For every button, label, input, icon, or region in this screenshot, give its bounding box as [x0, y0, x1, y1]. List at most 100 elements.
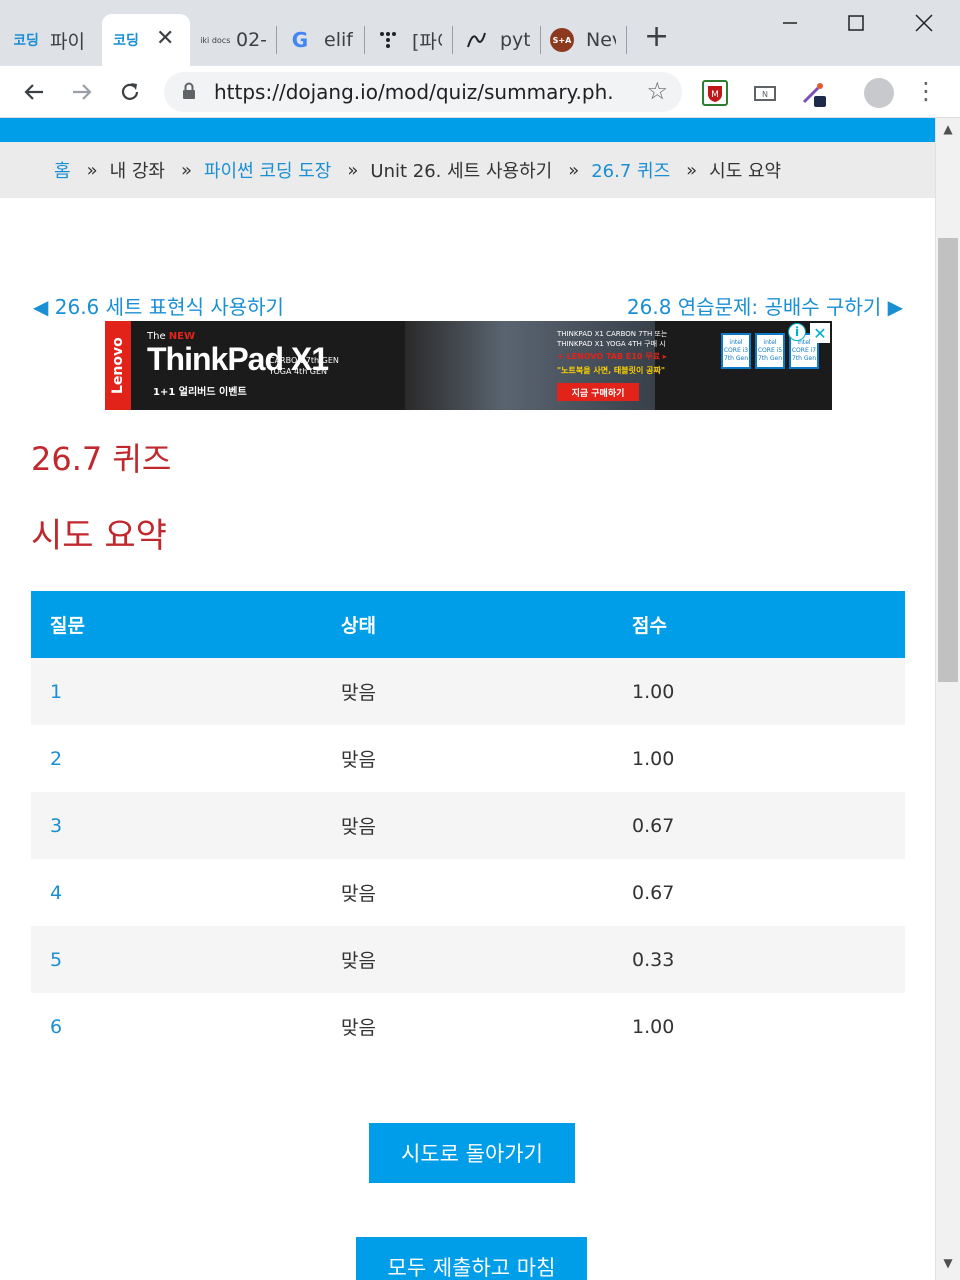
breadcrumb-my-courses: 내 강좌 [109, 161, 165, 182]
forward-icon[interactable] [66, 76, 98, 108]
breadcrumb-current: 시도 요약 [709, 161, 782, 182]
breadcrumb-quiz[interactable]: 26.7 퀴즈 [591, 157, 670, 183]
sa-favicon-icon: S+A [550, 28, 574, 52]
address-bar[interactable]: https://dojang.io/mod/quiz/summary.ph...… [164, 72, 682, 112]
profile-avatar-icon[interactable] [864, 78, 894, 108]
lenovo-logo: Lenovo [105, 321, 131, 410]
tab-title: 02- [236, 29, 266, 51]
browser-toolbar: https://dojang.io/mod/quiz/summary.ph...… [0, 66, 960, 118]
table-row: 2 맞음 1.00 [31, 725, 905, 792]
score-cell: 1.00 [632, 747, 675, 770]
status-cell: 맞음 [322, 792, 613, 859]
prev-lesson-link[interactable]: ◀ 26.6 세트 표현식 사용하기 [33, 291, 284, 320]
quiz-title: 26.7 퀴즈 [31, 440, 172, 478]
bookmark-star-icon[interactable]: ☆ [646, 77, 668, 105]
ad-buy-button[interactable]: 지금 구매하기 [557, 383, 639, 401]
question-link[interactable]: 6 [31, 993, 322, 1060]
column-header-question: 질문 [31, 591, 322, 658]
maximize-window-icon[interactable] [836, 8, 876, 38]
score-cell: 1.00 [632, 1015, 675, 1038]
table-header-row: 질문 상태 점수 [31, 591, 905, 658]
score-cell: 0.33 [613, 926, 905, 993]
score-cell: 1.00 [613, 658, 905, 725]
status-cell: 맞음 [341, 1017, 376, 1039]
tab-separator [364, 26, 365, 54]
breadcrumb-home[interactable]: 홈 [54, 157, 71, 183]
tab-separator [626, 26, 627, 54]
page-scrollbar[interactable]: ▲ ▼ [935, 118, 960, 1280]
site-header-bar [0, 118, 935, 142]
score-cell: 0.67 [632, 881, 675, 904]
ad-info-icon[interactable]: i [788, 323, 806, 341]
new-tab-button[interactable]: + [644, 22, 669, 52]
tab-title: [파이 [412, 30, 442, 53]
svg-text:M: M [711, 90, 719, 100]
breadcrumb-separator: » [686, 159, 698, 181]
browser-tab[interactable]: wiki docs 02- [200, 14, 266, 66]
ad-condition: THINKPAD X1 CARBON 7TH 또는 THINKPAD X1 YOG… [557, 330, 668, 348]
table-row: 3 맞음 0.67 [31, 792, 905, 859]
lenovo-ad-banner[interactable]: Lenovo The NEW ThinkPad X1 CARBON 7th GE… [105, 321, 832, 410]
page-viewport: 홈 » 내 강좌 » 파이썬 코딩 도장 » Unit 26. 세트 사용하기 … [0, 118, 935, 1280]
more-menu-icon[interactable]: ⋮ [914, 76, 938, 106]
eyedropper-extension-icon[interactable] [800, 80, 826, 107]
breadcrumb-separator: » [180, 159, 192, 181]
question-link[interactable]: 1 [31, 658, 322, 725]
scroll-down-arrow-icon[interactable]: ▼ [936, 1256, 960, 1276]
breadcrumb-separator: » [347, 159, 359, 181]
codingdojang-favicon-icon: 코딩 [14, 33, 39, 49]
browser-tab[interactable]: S+A Nev [550, 14, 616, 66]
submit-all-and-finish-button[interactable]: 모두 제출하고 마침 [356, 1237, 587, 1280]
ad-generation: CARBON 7th GEN YOGA 4th GEN [269, 356, 339, 376]
breadcrumb-separator: » [568, 159, 580, 181]
intel-i3-badge-icon: intel CORE i3 7th Gen [721, 333, 751, 369]
summary-title: 시도 요약 [31, 516, 167, 556]
wave-favicon-icon [464, 28, 488, 52]
browser-tab[interactable]: G elif [288, 14, 354, 66]
minimize-window-icon[interactable] [770, 8, 810, 38]
browser-tab[interactable]: pyt [464, 14, 530, 66]
status-cell: 맞음 [341, 749, 376, 771]
browser-tab-active[interactable]: 코딩 [102, 14, 190, 66]
breadcrumb: 홈 » 내 강좌 » 파이썬 코딩 도장 » Unit 26. 세트 사용하기 … [0, 142, 935, 198]
tab-title: pyt [500, 29, 530, 51]
breadcrumb-separator: » [86, 159, 98, 181]
browser-tab[interactable]: [파이 [376, 14, 442, 66]
ad-slogan: "노트북을 사면, 태블릿이 공짜" [557, 366, 666, 375]
notes-extension-icon[interactable]: N [752, 80, 778, 106]
question-link[interactable]: 3 [31, 792, 322, 859]
back-icon[interactable] [18, 76, 50, 108]
table-row: 1 맞음 1.00 [31, 658, 905, 725]
ad-close-icon[interactable]: ✕ [810, 323, 830, 343]
close-window-icon[interactable] [904, 8, 944, 38]
return-to-attempt-button[interactable]: 시도로 돌아가기 [369, 1123, 575, 1183]
question-link[interactable]: 5 [31, 926, 322, 993]
column-header-score: 점수 [613, 591, 905, 658]
scrollbar-thumb[interactable] [938, 238, 958, 682]
table-row: 5 맞음 0.33 [31, 926, 905, 993]
tab-title: elif [324, 29, 353, 51]
next-lesson-link[interactable]: 26.8 연습문제: 공배수 구하기 ▶ [627, 291, 903, 320]
tab-separator [452, 26, 453, 54]
tab-separator [276, 26, 277, 54]
lock-icon [183, 82, 195, 99]
breadcrumb-course[interactable]: 파이썬 코딩 도장 [204, 157, 331, 183]
status-cell: 맞음 [322, 658, 613, 725]
table-row: 6 맞음 1.00 [31, 993, 905, 1060]
browser-tabstrip: 코딩 파이 코딩 ✕ wiki docs 02- G elif [파이 pyt … [0, 0, 960, 66]
mcafee-extension-icon[interactable]: M [702, 80, 728, 106]
ad-event-text: 1+1 얼리버드 이벤트 [153, 387, 247, 398]
question-link[interactable]: 2 [31, 725, 322, 792]
wikidocs-favicon-icon: wiki docs [200, 35, 231, 45]
dots-favicon-icon [376, 28, 400, 52]
browser-tab[interactable]: 코딩 파이 [14, 14, 94, 66]
scroll-up-arrow-icon[interactable]: ▲ [936, 122, 960, 142]
reload-icon[interactable] [114, 76, 146, 108]
status-cell: 맞음 [341, 883, 376, 905]
close-tab-icon[interactable]: ✕ [156, 26, 174, 51]
question-link[interactable]: 4 [31, 859, 322, 926]
tab-title: 파이 [50, 30, 85, 53]
codingdojang-favicon-icon: 코딩 [113, 33, 139, 49]
attempt-summary-table: 질문 상태 점수 1 맞음 1.00 2 맞음 1.00 3 맞음 0.67 4… [31, 591, 905, 1060]
google-favicon-icon: G [291, 28, 309, 52]
